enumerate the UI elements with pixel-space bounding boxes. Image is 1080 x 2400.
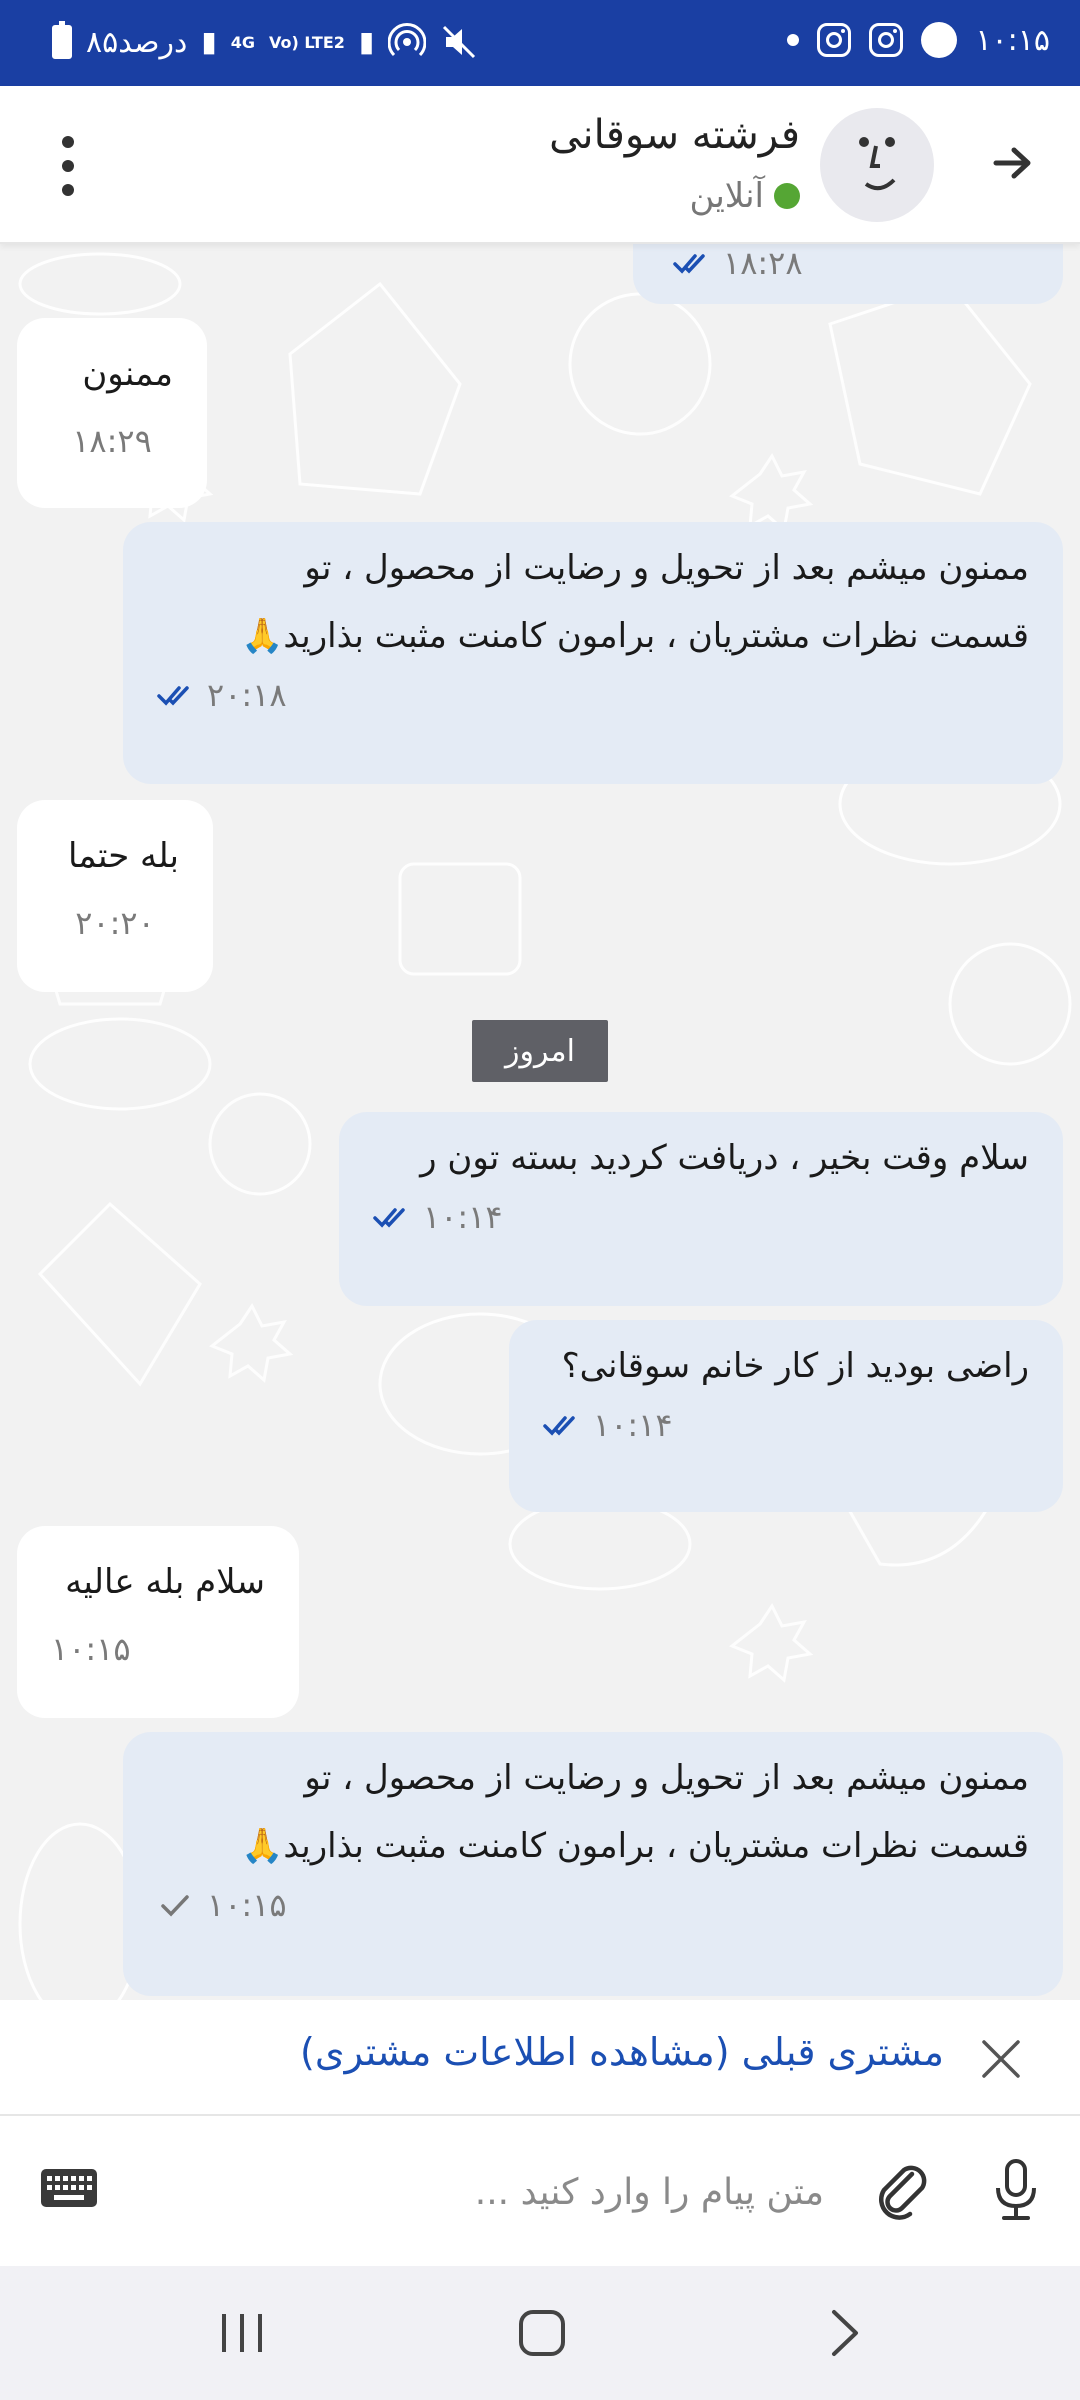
online-status-text: آنلاین	[689, 176, 764, 216]
mute-icon	[443, 25, 476, 59]
message-text: ممنون میشم بعد از تحویل و رضایت از محصول…	[304, 548, 1029, 588]
face-icon	[921, 22, 958, 58]
message-time: ۱۰:۱۵	[207, 1886, 287, 1924]
message-text: ممنون میشم بعد از تحویل و رضایت از محصول…	[304, 1758, 1029, 1798]
message-meta: ۱۰:۱۴	[543, 1406, 1029, 1444]
keyboard-icon[interactable]	[40, 2168, 98, 2208]
message-text: سلام وقت بخیر ، دریافت کردید بسته تون ر	[420, 1138, 1029, 1178]
chat-area[interactable]: ۱۸:۲۸ ممنون ۱۸:۲۹ ممنون میشم بعد از تحوی…	[0, 244, 1080, 2000]
system-nav-bar	[0, 2266, 1080, 2400]
online-dot-icon	[774, 183, 800, 209]
message-input[interactable]	[264, 2162, 824, 2222]
status-right: ۱۰:۱۵	[787, 22, 1050, 58]
attach-icon[interactable]	[872, 2158, 934, 2220]
recents-icon[interactable]	[212, 2306, 272, 2360]
mic-icon[interactable]	[990, 2158, 1042, 2224]
message-meta: ۱۰:۱۵	[157, 1886, 1029, 1924]
menu-dot	[62, 184, 74, 196]
message-bubble-incoming[interactable]: بله حتما ۲۰:۲۰	[17, 800, 213, 992]
menu-dot	[62, 136, 74, 148]
battery-text: ۸۵درصد	[86, 24, 188, 60]
more-vert-icon[interactable]	[54, 136, 82, 196]
message-meta: ۲۰:۲۰	[51, 904, 179, 942]
instagram-icon	[817, 23, 852, 57]
double-check-icon	[543, 1416, 575, 1436]
message-meta: ۱۸:۲۸	[633, 244, 1023, 282]
date-divider: امروز	[472, 1020, 608, 1082]
double-check-icon	[373, 1208, 405, 1228]
avatar[interactable]	[820, 108, 934, 222]
customer-info-bar: مشتری قبلی (مشاهده اطلاعات مشتری)	[0, 2000, 1080, 2116]
message-text: قسمت نظرات مشتریان ، برامون کامنت مثبت ب…	[241, 1826, 1029, 1866]
message-bubble-incoming[interactable]: ممنون ۱۸:۲۹	[17, 318, 207, 508]
status-time: ۱۰:۱۵	[975, 22, 1050, 58]
customer-info-link[interactable]: مشتری قبلی (مشاهده اطلاعات مشتری)	[300, 2030, 944, 2074]
message-meta: ۱۰:۱۵	[51, 1630, 265, 1668]
message-time: ۲۰:۲۰	[75, 904, 155, 942]
double-check-icon	[157, 686, 189, 706]
message-bubble-outgoing[interactable]: راضی بودید از کار خانم سوقانی؟ ۱۰:۱۴	[509, 1320, 1063, 1512]
back-icon[interactable]	[814, 2306, 874, 2360]
message-composer	[0, 2116, 1080, 2266]
message-meta: ۱۰:۱۴	[373, 1198, 1029, 1236]
message-time: ۱۸:۲۹	[72, 422, 152, 460]
message-time: ۱۰:۱۴	[593, 1406, 673, 1444]
message-bubble-outgoing[interactable]: ممنون میشم بعد از تحویل و رضایت از محصول…	[123, 1732, 1063, 1996]
single-check-icon	[161, 1895, 189, 1917]
double-check-icon	[673, 254, 705, 274]
back-arrow-icon[interactable]	[982, 134, 1040, 192]
status-bar: ۸۵درصد ▮ 4G Vo) LTE2 ▮ ۱۰:۱۵	[0, 0, 1080, 86]
menu-dot	[62, 160, 74, 172]
message-text: قسمت نظرات مشتریان ، برامون کامنت مثبت ب…	[241, 616, 1029, 656]
message-time: ۱۸:۲۸	[723, 244, 803, 282]
hotspot-icon	[388, 23, 427, 57]
home-icon[interactable]	[512, 2306, 572, 2360]
message-time: ۱۰:۱۴	[423, 1198, 503, 1236]
close-icon[interactable]	[976, 2034, 1026, 2084]
message-text: بله حتما	[67, 836, 179, 876]
network-4g-label: 4G	[230, 32, 255, 52]
message-text: سلام بله عالیه	[65, 1562, 265, 1602]
message-time: ۲۰:۱۸	[207, 676, 287, 714]
contact-name[interactable]: فرشته سوقانی	[549, 112, 800, 158]
signal-icon-2: ▮	[358, 25, 375, 58]
message-bubble-incoming[interactable]: سلام بله عالیه ۱۰:۱۵	[17, 1526, 299, 1718]
message-time: ۱۰:۱۵	[51, 1630, 131, 1668]
message-bubble-outgoing[interactable]: ۱۸:۲۸	[633, 244, 1063, 304]
message-meta: ۲۰:۱۸	[157, 676, 1029, 714]
instagram-icon-2	[869, 23, 904, 57]
message-meta: ۱۸:۲۹	[51, 422, 173, 460]
chat-header: فرشته سوقانی آنلاین	[0, 86, 1080, 244]
signal-icon: ▮	[201, 25, 217, 58]
message-bubble-outgoing[interactable]: ممنون میشم بعد از تحویل و رضایت از محصول…	[123, 522, 1063, 784]
avatar-face-icon	[859, 137, 896, 191]
message-bubble-outgoing[interactable]: سلام وقت بخیر ، دریافت کردید بسته تون ر …	[339, 1112, 1063, 1306]
notification-dot	[787, 34, 800, 46]
online-status: آنلاین	[689, 176, 800, 216]
battery-icon	[52, 21, 72, 59]
network-volte-label: Vo) LTE2	[269, 32, 345, 52]
message-text: راضی بودید از کار خانم سوقانی؟	[561, 1346, 1029, 1386]
status-left: ۸۵درصد ▮ 4G Vo) LTE2 ▮	[52, 21, 478, 62]
message-text: ممنون	[82, 354, 173, 394]
